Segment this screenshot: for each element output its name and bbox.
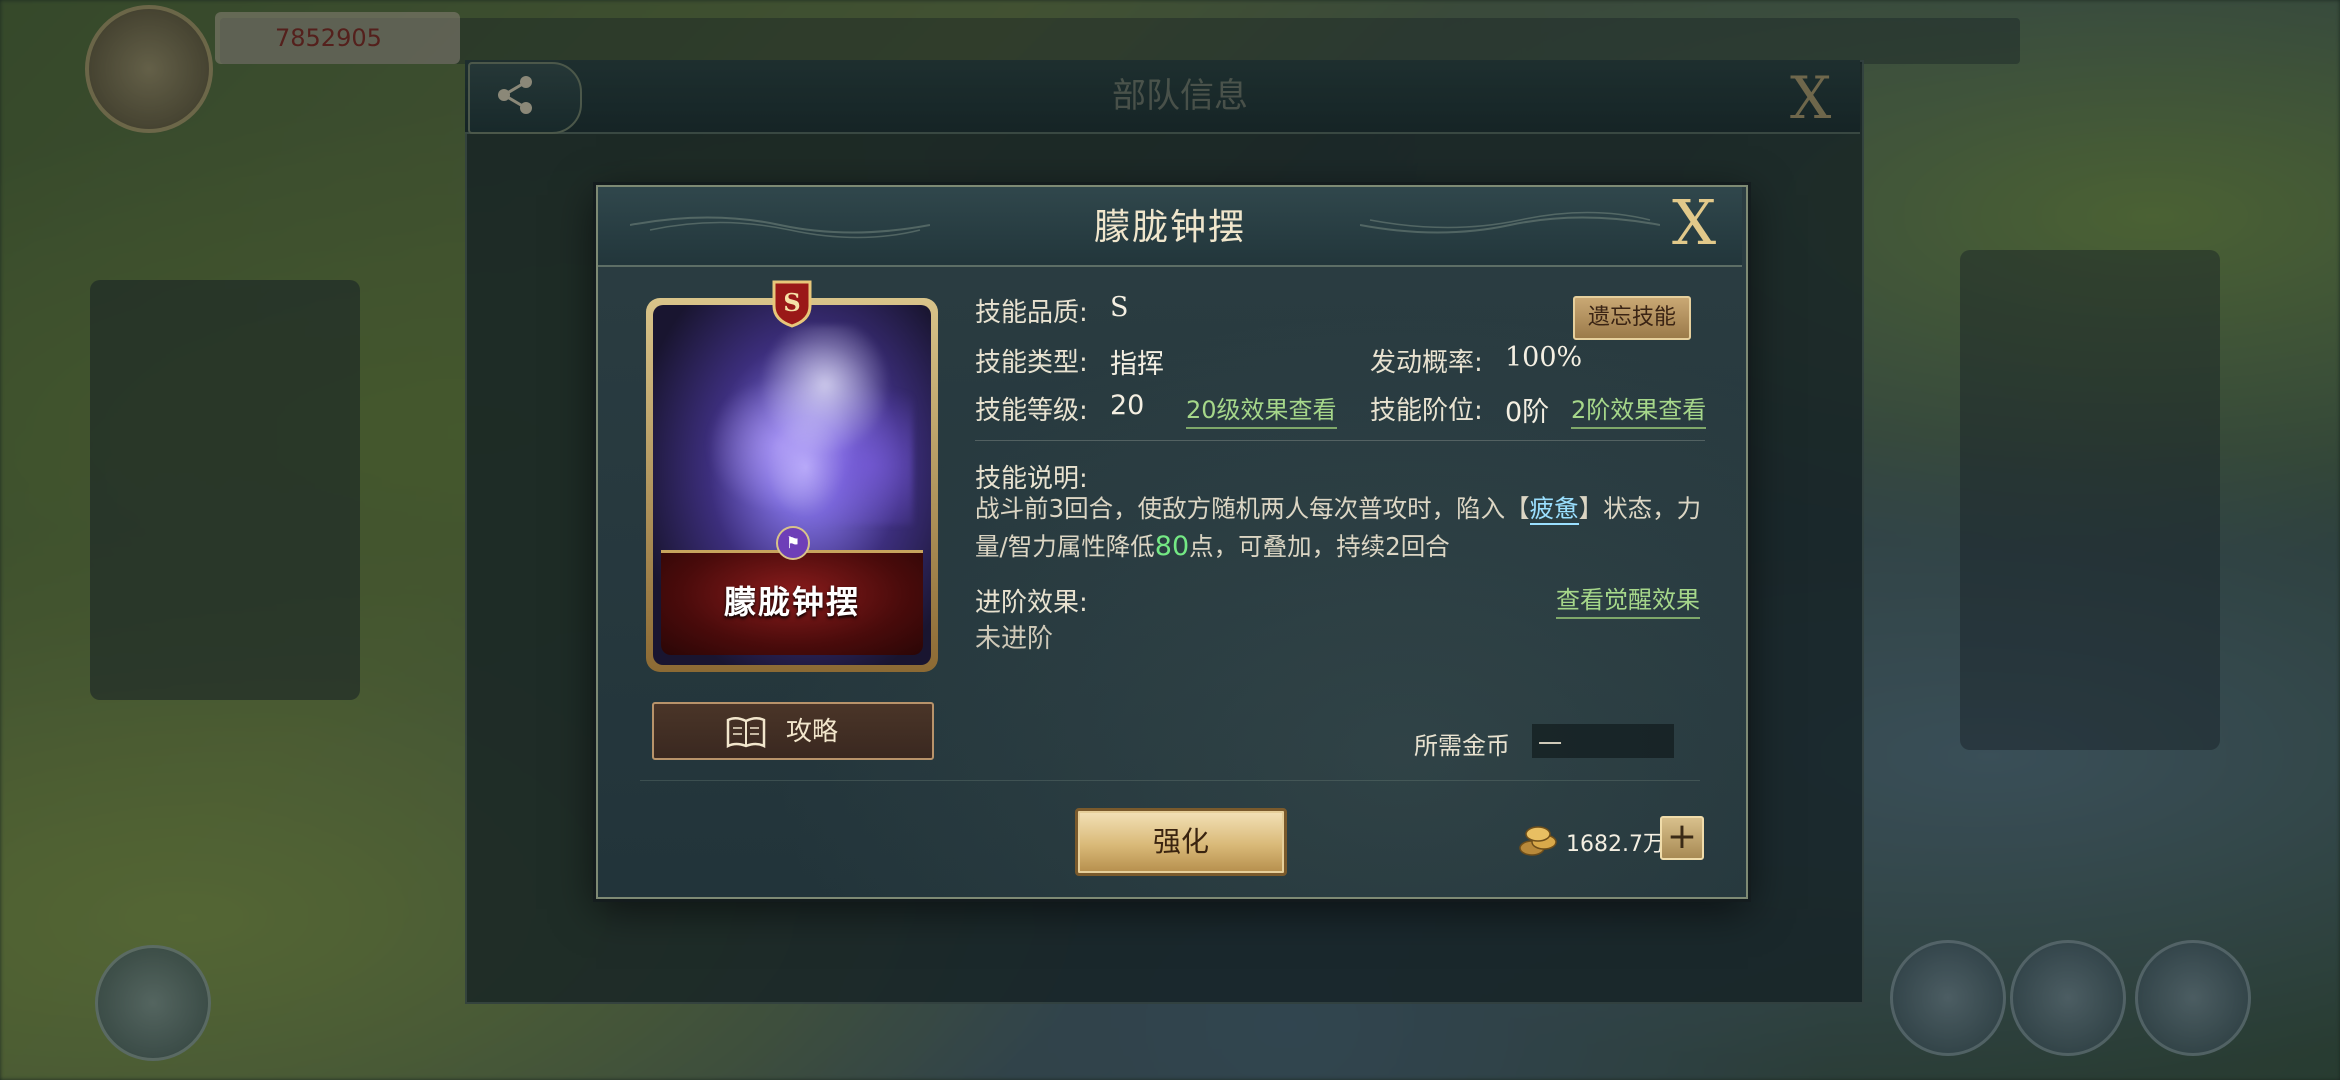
grade-badge-icon: S (772, 280, 812, 328)
level-label: 技能等级: (975, 396, 1088, 426)
gold-amount: 1682.7万 (1566, 832, 1665, 857)
dialog-title: 朦胧钟摆 (1093, 207, 1246, 248)
rank-value: 0阶 (1505, 397, 1550, 428)
trigger-label: 发动概率: (1370, 348, 1483, 378)
trigger-value: 100% (1505, 342, 1583, 373)
skill-card: 朦胧钟摆 (646, 298, 938, 672)
desc-text: 战斗前3回合，使敌方随机两人每次普攻时，陷入【 (975, 494, 1530, 523)
book-icon (726, 717, 766, 748)
skill-type-icon: ⚑ (776, 526, 810, 560)
desc-text: 点，可叠加，持续2回合 (1189, 532, 1450, 561)
type-label: 技能类型: (975, 348, 1088, 378)
header-ornament (630, 216, 930, 239)
forget-skill-button[interactable]: 遗忘技能 (1573, 296, 1691, 340)
divider (975, 440, 1705, 441)
add-gold-button[interactable]: + (1660, 816, 1704, 860)
type-value: 指挥 (1110, 349, 1164, 380)
skill-card-namebox: 朦胧钟摆 (661, 550, 923, 655)
skill-description: 战斗前3回合，使敌方随机两人每次普攻时，陷入【疲惫】状态，力量/智力属性降低80… (975, 490, 1705, 566)
cost-label: 所需金币 (1414, 732, 1510, 760)
rank-effect-link[interactable]: 2阶效果查看 (1571, 390, 1707, 429)
quality-label: 技能品质: (975, 298, 1088, 328)
awaken-effect-link[interactable]: 查看觉醒效果 (1556, 580, 1700, 619)
strengthen-button[interactable]: 强化 (1075, 808, 1287, 876)
rank-label: 技能阶位: (1370, 396, 1483, 426)
skill-card-name: 朦胧钟摆 (723, 583, 860, 621)
cost-value: 一 (1538, 730, 1562, 758)
grade-letter: S (783, 288, 800, 317)
advance-value: 未进阶 (975, 624, 1054, 654)
header-ornament (1360, 211, 1660, 234)
desc-number: 80 (1154, 531, 1190, 562)
status-tag-fatigue[interactable]: 疲惫 (1529, 494, 1579, 525)
divider (640, 780, 1700, 781)
gold-coin-icon (1519, 826, 1557, 856)
skill-art-storm (693, 325, 913, 525)
advance-label: 进阶效果: (975, 588, 1088, 618)
quality-value: S (1110, 292, 1129, 323)
skill-card-art: 朦胧钟摆 (653, 305, 931, 665)
guide-button-label: 攻略 (786, 717, 839, 747)
dialog-close-button[interactable]: X (1672, 186, 1716, 260)
level-effect-link[interactable]: 20级效果查看 (1186, 390, 1337, 429)
guide-button[interactable]: 攻略 (652, 702, 934, 760)
level-value: 20 (1110, 390, 1145, 421)
